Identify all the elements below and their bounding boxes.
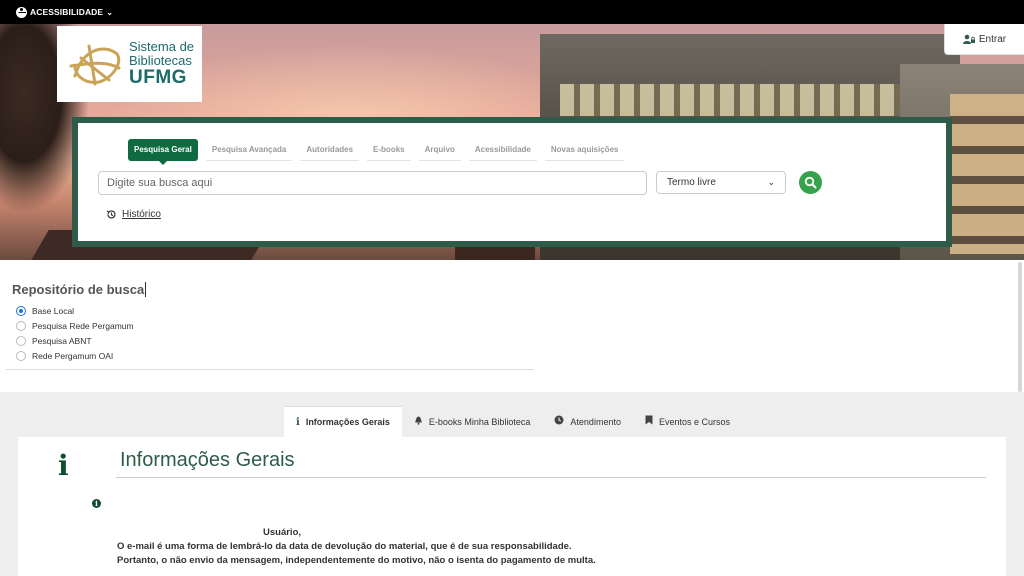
info-icon: i [58,449,69,482]
notice-line-2: Portanto, o não envio da mensagem, indep… [117,555,596,566]
search-type-select[interactable]: Termo livre ⌄ [656,171,786,194]
accessibility-icon [16,6,27,18]
tab-e-books-minha-biblioteca[interactable]: E-books Minha Biblioteca [402,406,543,437]
tab-label: Atendimento [570,416,621,427]
search-panel: Pesquisa Geral Pesquisa Avançada Autorid… [72,117,952,247]
repo-option-rede-pergamum[interactable]: Pesquisa Rede Pergamum [16,321,134,331]
accessibility-menu[interactable]: ACESSIBILIDADE ⌄ [0,0,1024,24]
repo-option-pergamum-oai[interactable]: Rede Pergamum OAI [16,351,113,361]
clock-icon [554,415,564,428]
repo-option-abnt[interactable]: Pesquisa ABNT [16,336,92,346]
user-lock-icon [962,34,975,44]
search-tabs: Pesquisa Geral Pesquisa Avançada Autorid… [128,139,625,165]
repo-option-base-local[interactable]: Base Local [16,306,74,316]
tab-pesquisa-geral[interactable]: Pesquisa Geral [128,139,198,165]
tab-autoridades[interactable]: Autoridades [300,139,360,161]
tab-acessibilidade[interactable]: Acessibilidade [468,139,537,161]
divider [116,477,986,478]
radio-button[interactable] [16,321,26,331]
tab-atendimento[interactable]: Atendimento [542,406,633,437]
repository-title: Repositório de busca [12,282,147,297]
tab-novas-aquisicoes[interactable]: Novas aquisições [544,139,625,161]
search-input[interactable] [98,171,647,195]
info-content: i Informações Gerais i Usuário, O e-mail… [18,437,1006,576]
logo-line-2: Bibliotecas [129,53,192,69]
chevron-down-icon: ⌄ [106,7,113,17]
search-button[interactable] [799,171,822,194]
tab-label: Eventos e Cursos [658,416,731,427]
logo-mark-icon [65,38,125,90]
notice-line-1: O e-mail é uma forma de lembrá-lo da dat… [117,541,572,552]
radio-button[interactable] [16,336,26,346]
history-label: Histórico [122,209,161,220]
repo-option-label: Rede Pergamum OAI [32,351,114,361]
search-type-value: Termo livre [667,177,716,188]
logo-line-3: UFMG [129,66,187,88]
tab-arquivo[interactable]: Arquivo [418,139,461,161]
tab-label: E-books Minha Biblioteca [428,416,531,427]
info-icon: i [296,416,300,428]
chevron-down-icon: ⌄ [767,177,775,187]
tab-label: Informações Gerais [305,417,390,427]
tab-e-books[interactable]: E-books [367,139,411,161]
repo-option-label: Pesquisa Rede Pergamum [32,321,134,331]
radio-button[interactable] [16,351,26,361]
login-label: Entrar [978,33,1007,45]
login-button[interactable]: Entrar [944,24,1024,55]
info-tabs: i Informações Gerais E-books Minha Bibli… [284,406,742,437]
tab-pesquisa-avancada[interactable]: Pesquisa Avançada [205,139,293,161]
tab-eventos-e-cursos[interactable]: Eventos e Cursos [633,406,742,437]
bookmark-icon [645,415,653,428]
bell-icon [414,415,423,428]
accessibility-label: ACESSIBILIDADE [30,7,104,17]
repo-option-label: Base Local [32,306,75,316]
greeting-text: Usuário, [263,527,302,538]
content-title: Informações Gerais [120,449,295,471]
history-icon [106,210,116,219]
scrollbar[interactable] [1018,262,1022,392]
radio-button[interactable] [16,306,26,316]
tab-informacoes-gerais[interactable]: i Informações Gerais [284,406,402,437]
repo-option-label: Pesquisa ABNT [32,336,92,346]
history-link[interactable]: Histórico [106,209,161,220]
info-circle-icon: i [92,499,101,508]
search-icon [804,176,817,189]
repository-section: Repositório de busca Base Local Pesquisa… [0,260,1024,392]
logo[interactable]: Sistema de Bibliotecas UFMG [57,26,202,102]
logo-line-1: Sistema de [129,39,195,55]
